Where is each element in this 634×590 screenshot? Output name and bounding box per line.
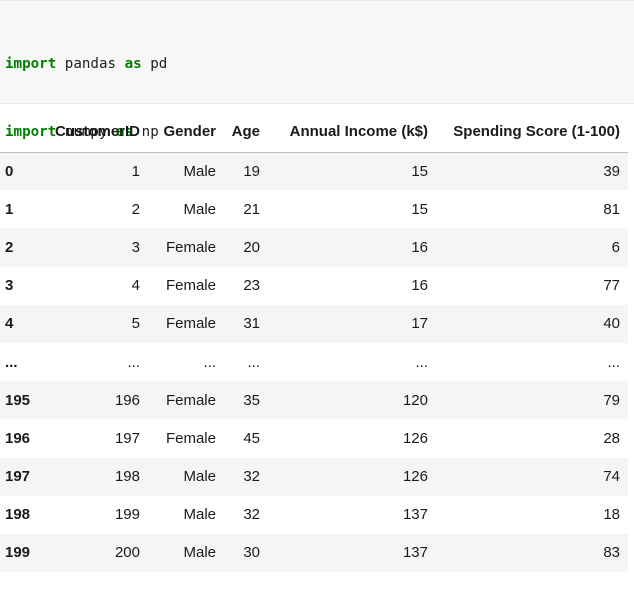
table-cell: 21 [243, 200, 260, 218]
table-cell: 1 [131, 162, 140, 180]
table-body: 0 1 Male 19 15 39 1 2 Male 21 15 81 2 3 Female 20 16 6 3 4 F… [0, 152, 628, 573]
table-cell: 17 [411, 315, 428, 333]
module-name: pandas [56, 56, 125, 73]
table-cell: 137 [402, 506, 428, 524]
table-cell: 83 [603, 544, 620, 562]
dataframe-table: CustomerID Gender Age Annual Income (k$) Spe… [0, 112, 628, 573]
table-cell: 74 [603, 468, 620, 486]
table-cell: 79 [603, 391, 620, 409]
table-cell: 126 [402, 468, 428, 486]
table-cell: ... [415, 353, 428, 371]
table-cell: 40 [603, 315, 620, 333]
column-header: Spending Score (1-100) [436, 112, 628, 153]
index-header [0, 112, 44, 153]
table-cell: 16 [411, 277, 428, 295]
table-cell: 39 [603, 162, 620, 180]
table-row: 4 5 Female 31 17 40 [0, 304, 628, 343]
table-cell: 3 [131, 238, 140, 256]
table-cell: Female [165, 391, 216, 409]
keyword-as: as [124, 56, 142, 73]
row-index: 1 [5, 200, 14, 218]
table-cell: Female [165, 429, 216, 447]
table-cell: 6 [611, 238, 620, 256]
table-cell: 32 [243, 506, 260, 524]
table-row: .................. [0, 342, 628, 382]
table-cell: Male [183, 468, 216, 486]
row-index: 3 [5, 277, 14, 295]
table-cell: Female [165, 315, 216, 333]
table-cell: 19 [243, 162, 260, 180]
table-cell: 23 [243, 277, 260, 295]
table-cell: 35 [243, 391, 260, 409]
row-index: 0 [5, 162, 14, 180]
table-cell: 31 [243, 315, 260, 333]
table-cell: 81 [603, 200, 620, 218]
table-cell: Male [183, 200, 216, 218]
table-row: 197 198 Male 32 126 74 [0, 457, 628, 496]
table-cell: 200 [114, 544, 140, 562]
table-cell: Male [183, 506, 216, 524]
code-line-1: import pandas as pd [5, 53, 634, 76]
code-cell[interactable]: import pandas as pd import numpy as np d… [0, 0, 634, 276]
table-cell: 20 [243, 238, 260, 256]
table-row: 2 3 Female 20 16 6 [0, 228, 628, 267]
table-cell: 28 [603, 429, 620, 447]
table-cell: 16 [411, 238, 428, 256]
table-cell: ... [607, 353, 620, 371]
table-cell: 120 [402, 391, 428, 409]
row-index: 199 [5, 544, 31, 562]
table-cell: ... [127, 353, 140, 371]
table-row: 1 2 Male 21 15 81 [0, 190, 628, 229]
table-cell: 197 [114, 429, 140, 447]
row-index: 2 [5, 238, 14, 256]
table-cell: Male [183, 544, 216, 562]
row-index: 198 [5, 506, 31, 524]
module-alias: pd [141, 56, 168, 73]
table-cell: 126 [402, 429, 428, 447]
table-row: 195 196 Female 35 120 79 [0, 381, 628, 420]
header-row: CustomerID Gender Age Annual Income (k$) Spe… [0, 112, 628, 153]
table-cell: ... [203, 353, 216, 371]
row-index: ... [5, 353, 18, 371]
table-cell: 18 [603, 506, 620, 524]
column-header: Gender [148, 112, 224, 153]
table-cell: 4 [131, 277, 140, 295]
column-header: Age [224, 112, 268, 153]
table-cell: 5 [131, 315, 140, 333]
table-cell: 15 [411, 162, 428, 180]
table-cell: Female [165, 277, 216, 295]
table-cell: ... [247, 353, 260, 371]
table-cell: 2 [131, 200, 140, 218]
row-index: 197 [5, 468, 31, 486]
table-cell: 30 [243, 544, 260, 562]
table-cell: 137 [402, 544, 428, 562]
table-cell: Female [165, 238, 216, 256]
table-cell: 32 [243, 468, 260, 486]
table-cell: Male [183, 162, 216, 180]
row-index: 4 [5, 315, 14, 333]
table-row: 196 197 Female 45 126 28 [0, 419, 628, 458]
table-cell: 198 [114, 468, 140, 486]
table-row: 0 1 Male 19 15 39 [0, 152, 628, 191]
table-cell: 45 [243, 429, 260, 447]
table-row: 198 199 Male 32 137 18 [0, 495, 628, 534]
row-index: 196 [5, 429, 31, 447]
table-cell: 77 [603, 277, 620, 295]
table-cell: 199 [114, 506, 140, 524]
column-header: Annual Income (k$) [268, 112, 436, 153]
row-index: 195 [5, 391, 31, 409]
cell-output: CustomerID Gender Age Annual Income (k$) Spe… [0, 104, 634, 590]
column-header: CustomerID [44, 112, 148, 153]
keyword-import: import [5, 56, 57, 73]
table-cell: 15 [411, 200, 428, 218]
table-row: 3 4 Female 23 16 77 [0, 266, 628, 305]
table-cell: 196 [114, 391, 140, 409]
table-row: 199 200 Male 30 137 83 [0, 533, 628, 573]
